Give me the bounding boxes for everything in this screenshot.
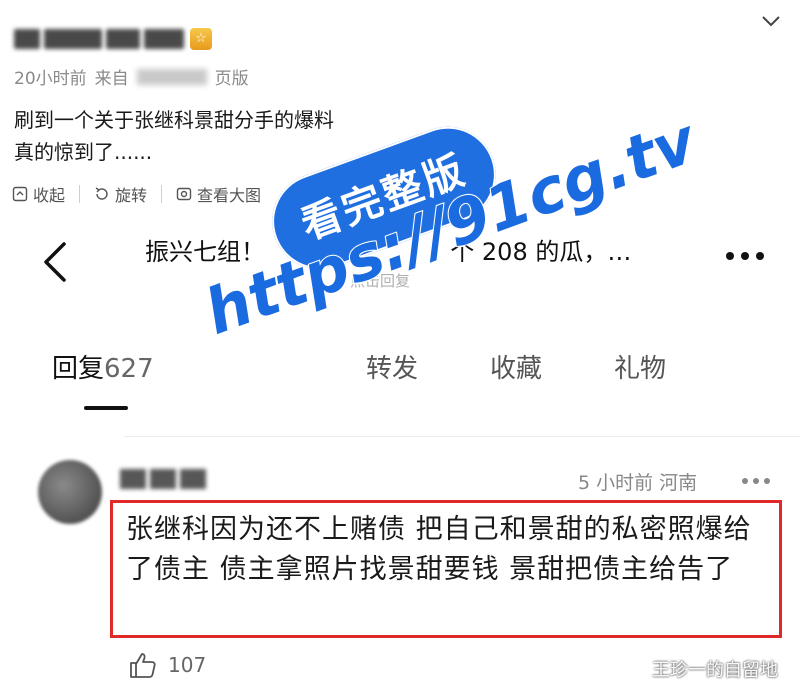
post-source-label: 来自 — [94, 69, 129, 89]
back-arrow-icon[interactable] — [40, 240, 70, 284]
comment-username-redacted[interactable] — [120, 469, 206, 489]
view-large-button[interactable]: 查看大图 — [176, 182, 261, 206]
embedded-screenshot: 振兴七组！ 个 208 的瓜，… 点击回复 回复627 转发 收藏 礼物 5 小… — [0, 222, 800, 691]
collapse-label: 收起 — [33, 186, 66, 205]
rotate-icon — [95, 187, 108, 200]
tab-favorites[interactable]: 收藏 — [490, 348, 542, 385]
view-large-label: 查看大图 — [197, 186, 262, 205]
image-actions: 收起 旋转 查看大图 — [12, 182, 261, 206]
divider — [79, 185, 81, 203]
like-button[interactable]: 107 — [128, 650, 206, 680]
thumbs-up-icon — [130, 653, 156, 678]
tab-replies[interactable]: 回复627 — [52, 348, 154, 385]
collapse-icon — [12, 186, 28, 202]
post-source-redacted — [136, 68, 207, 85]
avatar[interactable] — [38, 460, 102, 524]
view-large-icon — [176, 187, 192, 201]
comment-time: 5 小时前 河南 — [578, 472, 698, 494]
post-body-line: 真的惊到了...... — [14, 140, 153, 164]
like-count: 107 — [168, 653, 207, 677]
post-body-line: 刷到一个关于张继科景甜分手的爆料 — [14, 108, 334, 132]
rotate-button[interactable]: 旋转 — [94, 182, 147, 206]
chevron-down-icon[interactable] — [760, 12, 782, 30]
post-body: 刷到一个关于张继科景甜分手的爆料 真的惊到了...... — [14, 104, 334, 168]
rotate-label: 旋转 — [115, 186, 148, 205]
comment-text: 张继科因为还不上赌债 把自己和景甜的私密照爆给了债主 债主拿照片找景甜要钱 景甜… — [126, 514, 752, 585]
tab-bar: 回复627 转发 收藏 礼物 — [0, 348, 800, 398]
post-source-suffix: 页版 — [214, 69, 249, 89]
post-age: 20小时前 — [14, 69, 87, 89]
more-options-icon[interactable] — [726, 252, 764, 260]
watermark: 王珍一的自留地 — [622, 656, 778, 682]
tab-reposts[interactable]: 转发 — [366, 348, 418, 385]
divider — [124, 436, 800, 437]
tab-replies-count: 627 — [104, 354, 154, 384]
tab-replies-label: 回复 — [52, 354, 105, 384]
collapse-button[interactable]: 收起 — [12, 182, 65, 206]
divider — [161, 185, 163, 203]
comment-more-icon[interactable] — [742, 478, 770, 484]
author-name-redacted — [14, 29, 184, 49]
post-meta: 20小时前 来自 页版 — [14, 64, 249, 89]
tab-gifts[interactable]: 礼物 — [614, 348, 666, 385]
watermark-text: 王珍一的自留地 — [652, 660, 778, 681]
weibo-logo-icon — [622, 661, 645, 679]
active-tab-indicator — [84, 406, 128, 410]
fan-badge-icon: ☆ — [190, 28, 212, 50]
post-author[interactable]: ☆ — [14, 24, 212, 54]
